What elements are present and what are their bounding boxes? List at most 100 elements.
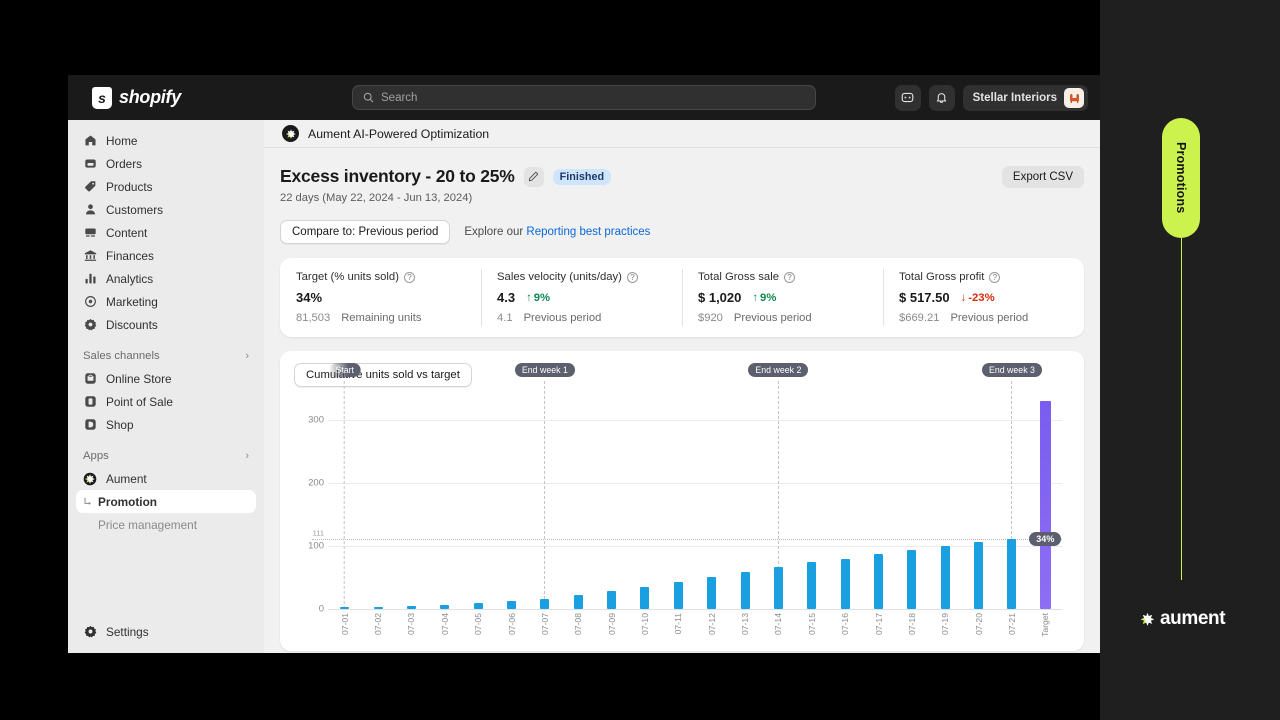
metric-label: Target (% units sold) (296, 271, 399, 283)
search-input[interactable]: Search (352, 85, 816, 110)
avatar (1064, 88, 1084, 108)
metric-label-row: Total Gross profit ? (899, 271, 1068, 283)
metric-gross-sale: Total Gross sale ? $ 1,020 ↑ 9% (682, 271, 883, 324)
main-content: Aument AI-Powered Optimization Excess in… (264, 120, 1100, 653)
chart-bar-slot[interactable] (504, 395, 520, 609)
sidebar-item-label: Customers (106, 203, 163, 217)
sidebar-item-label: Shop (106, 418, 134, 432)
chart-bar-slot[interactable] (670, 395, 686, 609)
edit-title-button[interactable] (524, 167, 544, 187)
bar-chart-icon (83, 272, 97, 286)
store-switcher[interactable]: Stellar Interiors (963, 85, 1088, 111)
target-percent-badge: 34% (1029, 532, 1061, 546)
page-scroll-area[interactable]: Excess inventory - 20 to 25% Finished 22… (264, 148, 1100, 653)
shopify-logo[interactable]: shopify (80, 87, 181, 109)
data-bar (907, 550, 916, 609)
inbox-icon[interactable] (895, 85, 921, 111)
chart-bar-slot[interactable] (937, 395, 953, 609)
arrow-up-icon: ↑ (526, 292, 532, 304)
top-bar: shopify Search (68, 75, 1100, 120)
chart-bar-slot[interactable] (637, 395, 653, 609)
sidebar-item-finances[interactable]: Finances (76, 244, 256, 267)
metric-value-row: 4.3 ↑ 9% (497, 290, 666, 305)
sidebar-item-label: Aument (106, 472, 147, 486)
sidebar-item-analytics[interactable]: Analytics (76, 267, 256, 290)
data-bar (841, 559, 850, 609)
help-icon[interactable]: ? (784, 272, 795, 283)
reporting-best-practices-link[interactable]: Reporting best practices (526, 226, 650, 238)
data-bar (540, 599, 549, 609)
sidebar-item-promotion[interactable]: Promotion (76, 490, 256, 513)
bell-icon[interactable] (929, 85, 955, 111)
sidebar-item-label: Online Store (106, 372, 172, 386)
chart-bar-slot[interactable] (537, 395, 553, 609)
chart-marker: End week 1 (515, 363, 575, 377)
metric-gross-profit: Total Gross profit ? $ 517.50 ↓ -23% (883, 271, 1084, 324)
sidebar-item-shop[interactable]: Shop (76, 413, 256, 436)
chart-bar-slot[interactable] (1037, 395, 1053, 609)
help-icon[interactable]: ? (989, 272, 1000, 283)
sidebar-section-sales-channels[interactable]: Sales channels › (76, 345, 256, 367)
chart-bar-slot[interactable] (971, 395, 987, 609)
data-bar (774, 567, 783, 609)
sidebar-item-customers[interactable]: Customers (76, 198, 256, 221)
sidebar-item-settings[interactable]: Settings (76, 620, 256, 643)
chart-bar-slot[interactable] (737, 395, 753, 609)
chart-bar-slot[interactable] (403, 395, 419, 609)
chart-bar-slot[interactable] (804, 395, 820, 609)
page-title: Excess inventory - 20 to 25% (280, 166, 515, 187)
sidebar-item-orders[interactable]: Orders (76, 152, 256, 175)
sidebar-item-label: Orders (106, 157, 142, 171)
x-axis-tick: 07-09 (607, 613, 617, 635)
metric-value: 34% (296, 290, 322, 305)
compare-row: Compare to: Previous period Explore our … (280, 220, 1084, 244)
data-bar (574, 595, 583, 609)
metric-value-row: $ 1,020 ↑ 9% (698, 290, 867, 305)
y-axis-tick: 0 (319, 604, 324, 615)
chart-plot: 0100200300111 StartEnd week 1End week 2E… (294, 395, 1070, 651)
arrow-down-icon: ↓ (961, 292, 967, 304)
x-axis-tick: 07-20 (974, 613, 984, 635)
chart-marker-label: End week 3 (982, 363, 1042, 377)
chart-bar-slot[interactable] (871, 395, 887, 609)
chart-bar-slot[interactable] (570, 395, 586, 609)
chart-bar-slot[interactable] (470, 395, 486, 609)
metric-value-row: $ 517.50 ↓ -23% (899, 290, 1068, 305)
screen: Promotions aument shopify (0, 0, 1280, 720)
metric-delta: ↑ 9% (752, 292, 776, 304)
sidebar-item-label: Price management (98, 518, 197, 532)
sidebar-item-products[interactable]: Products (76, 175, 256, 198)
chart-bar-slot[interactable] (370, 395, 386, 609)
chart-card: Cumulative units sold vs target 01002003… (280, 351, 1084, 651)
sidebar-item-aument[interactable]: Aument (76, 467, 256, 490)
help-icon[interactable]: ? (404, 272, 415, 283)
sidebar-item-price-management[interactable]: Price management (76, 513, 256, 536)
help-icon[interactable]: ? (627, 272, 638, 283)
chart-tab[interactable]: Cumulative units sold vs target (294, 363, 472, 387)
sidebar-item-online-store[interactable]: Online Store (76, 367, 256, 390)
metric-value: $ 517.50 (899, 290, 950, 305)
metric-delta-value: 9% (534, 292, 550, 304)
sidebar-item-content[interactable]: Content (76, 221, 256, 244)
app-header: Aument AI-Powered Optimization (264, 120, 1100, 148)
sidebar-item-home[interactable]: Home (76, 129, 256, 152)
export-csv-button[interactable]: Export CSV (1002, 166, 1084, 188)
x-axis-tick: 07-11 (673, 613, 683, 634)
chart-bar-slot[interactable] (704, 395, 720, 609)
metric-footer: $669.21 Previous period (899, 312, 1068, 324)
chart-bar-slot[interactable] (770, 395, 786, 609)
chart-bar-slot[interactable] (437, 395, 453, 609)
compare-period-button[interactable]: Compare to: Previous period (280, 220, 450, 244)
chart-bar-slot[interactable] (337, 395, 353, 609)
chart-bar-slot[interactable] (904, 395, 920, 609)
chart-bar-slot[interactable] (837, 395, 853, 609)
chart-bar-slot[interactable] (1004, 395, 1020, 609)
chart-bar-slot[interactable] (604, 395, 620, 609)
sidebar-item-marketing[interactable]: Marketing (76, 290, 256, 313)
promotions-pill[interactable]: Promotions (1162, 118, 1200, 238)
section-label: Sales channels (83, 350, 160, 362)
page-title-row: Excess inventory - 20 to 25% Finished (280, 166, 611, 187)
sidebar-item-discounts[interactable]: Discounts (76, 313, 256, 336)
sidebar-section-apps[interactable]: Apps › (76, 445, 256, 467)
sidebar-item-point-of-sale[interactable]: Point of Sale (76, 390, 256, 413)
